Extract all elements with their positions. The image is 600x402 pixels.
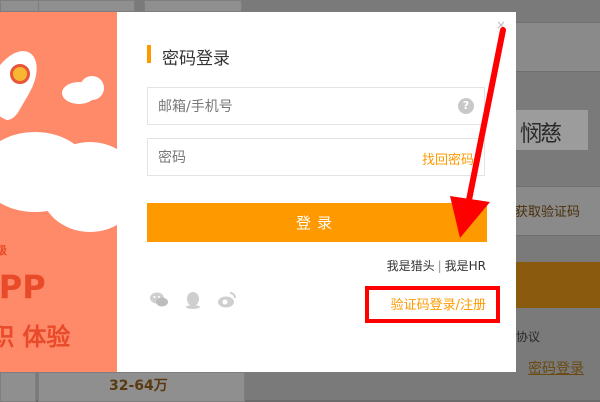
annotation-arrow-icon xyxy=(450,27,506,238)
